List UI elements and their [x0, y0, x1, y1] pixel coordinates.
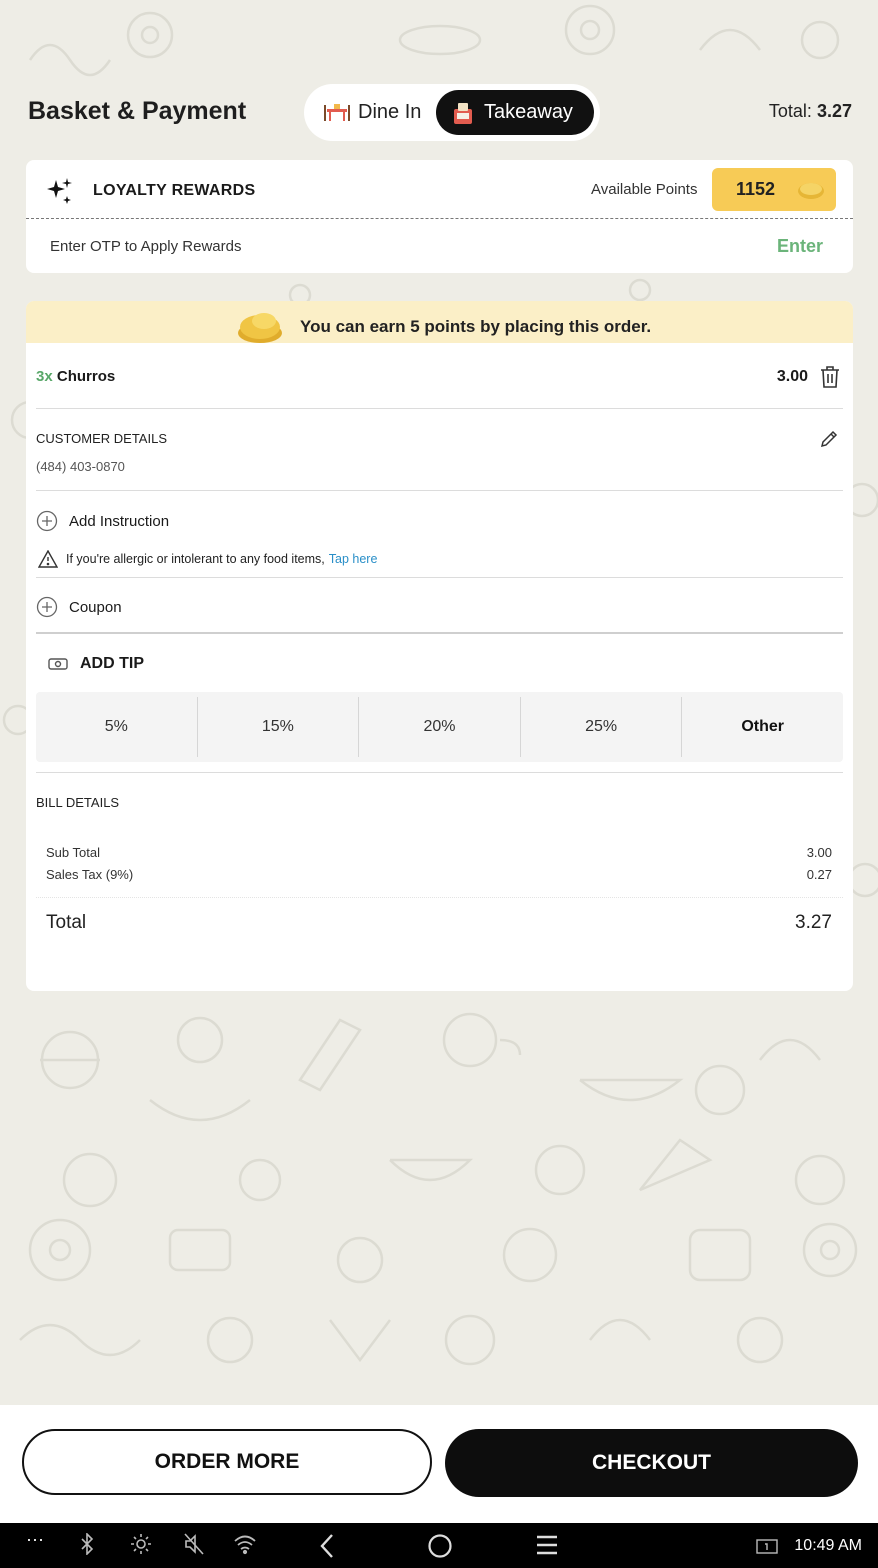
- takeaway-option[interactable]: Takeaway: [436, 90, 594, 135]
- bottom-action-bar: ORDER MORE CHECKOUT: [0, 1405, 878, 1523]
- points-value: 1152: [736, 179, 776, 199]
- loyalty-card: LOYALTY REWARDS Available Points 1152 En…: [26, 160, 853, 273]
- divider: [36, 632, 843, 634]
- bill-total-label: Total: [46, 912, 87, 933]
- bill-total-value: 3.27: [795, 912, 832, 933]
- warning-icon: [38, 550, 58, 568]
- dine-in-option[interactable]: Dine In: [316, 90, 438, 135]
- subtotal-label: Sub Total: [46, 845, 100, 860]
- back-icon[interactable]: [318, 1533, 336, 1559]
- divider: [36, 772, 843, 773]
- subtotal-value: 3.00: [806, 845, 832, 860]
- header-total-value: 3.27: [816, 101, 852, 121]
- item-quantity: 3x: [36, 368, 53, 385]
- item-name: Churros: [56, 368, 116, 385]
- system-status-bar: ··· 10:49 AM: [0, 1523, 878, 1568]
- menu-icon[interactable]: [536, 1533, 558, 1557]
- tax-label: Sales Tax (9%): [46, 867, 134, 882]
- subtotal-row: Sub Total 3.00: [46, 845, 832, 860]
- more-dots-icon[interactable]: ···: [26, 1529, 44, 1550]
- checkout-button[interactable]: CHECKOUT: [445, 1429, 858, 1497]
- tip-option-other[interactable]: Other: [682, 697, 843, 757]
- earn-points-banner: You can earn 5 points by placing this or…: [26, 301, 853, 343]
- brightness-icon: [131, 1534, 151, 1554]
- bill-details-label: BILL DETAILS: [36, 795, 120, 810]
- tax-row: Sales Tax (9%) 0.27: [46, 867, 832, 882]
- divider: [36, 490, 843, 491]
- trash-icon[interactable]: [819, 365, 841, 394]
- mute-icon: [184, 1533, 204, 1555]
- coin-stack-icon: [234, 307, 286, 350]
- divider: [36, 897, 843, 898]
- dine-in-icon: [324, 103, 350, 123]
- sparkles-icon: [44, 176, 74, 211]
- wifi-icon: [234, 1535, 256, 1555]
- item-price: 3.00: [776, 368, 808, 385]
- loyalty-title: LOYALTY REWARDS: [93, 182, 256, 199]
- customer-phone: (484) 403-0870: [36, 459, 125, 474]
- order-more-button[interactable]: ORDER MORE: [22, 1429, 432, 1495]
- points-badge: 1152: [712, 168, 836, 211]
- available-points-label: Available Points: [591, 181, 698, 198]
- order-card: You can earn 5 points by placing this or…: [26, 301, 853, 991]
- dine-in-label: Dine In: [358, 101, 422, 123]
- divider: [36, 577, 843, 578]
- edit-pencil-icon[interactable]: [819, 429, 839, 454]
- coupon-button[interactable]: Coupon: [36, 596, 122, 618]
- allergy-text: If you're allergic or intolerant to any …: [66, 552, 325, 566]
- tip-options: 5% 15% 20% 25% Other: [36, 692, 843, 762]
- page-title: Basket & Payment: [28, 97, 247, 125]
- screen-icon: [756, 1539, 778, 1554]
- takeaway-label: Takeaway: [484, 101, 573, 123]
- tax-value: 0.27: [806, 867, 832, 882]
- allergy-tap-here-link[interactable]: Tap here: [329, 552, 378, 566]
- header-total: Total: 3.27: [769, 101, 852, 122]
- dashed-divider: [26, 218, 853, 219]
- add-instruction-button[interactable]: Add Instruction: [36, 510, 169, 532]
- system-clock: 10:49 AM: [794, 1537, 862, 1554]
- earn-points-text: You can earn 5 points by placing this or…: [300, 317, 652, 336]
- header-total-label: Total:: [768, 101, 812, 121]
- cash-icon: [48, 658, 68, 670]
- otp-prompt: Enter OTP to Apply Rewards: [50, 238, 242, 255]
- plus-circle-icon: [36, 596, 58, 618]
- coupon-label: Coupon: [69, 598, 122, 616]
- tip-option-15[interactable]: 15%: [198, 697, 360, 757]
- add-instruction-label: Add Instruction: [69, 512, 170, 530]
- plus-circle-icon: [36, 510, 58, 532]
- allergy-notice: If you're allergic or intolerant to any …: [38, 550, 377, 568]
- add-tip-header: ADD TIP: [48, 655, 144, 673]
- cart-item: 3x Churros: [36, 368, 115, 385]
- bill-total-row: Total 3.27: [46, 912, 832, 934]
- enter-otp-button[interactable]: Enter: [777, 236, 823, 257]
- add-tip-label: ADD TIP: [80, 655, 144, 672]
- home-icon[interactable]: [427, 1533, 453, 1559]
- customer-details-label: CUSTOMER DETAILS: [36, 431, 167, 446]
- divider: [36, 408, 843, 409]
- bluetooth-icon: [81, 1533, 94, 1555]
- tip-option-25[interactable]: 25%: [521, 697, 683, 757]
- tip-option-20[interactable]: 20%: [359, 697, 521, 757]
- tip-option-5[interactable]: 5%: [36, 697, 198, 757]
- takeaway-bag-icon: [450, 101, 476, 125]
- order-type-toggle: Dine In Takeaway: [304, 84, 600, 141]
- coin-icon: [798, 183, 824, 199]
